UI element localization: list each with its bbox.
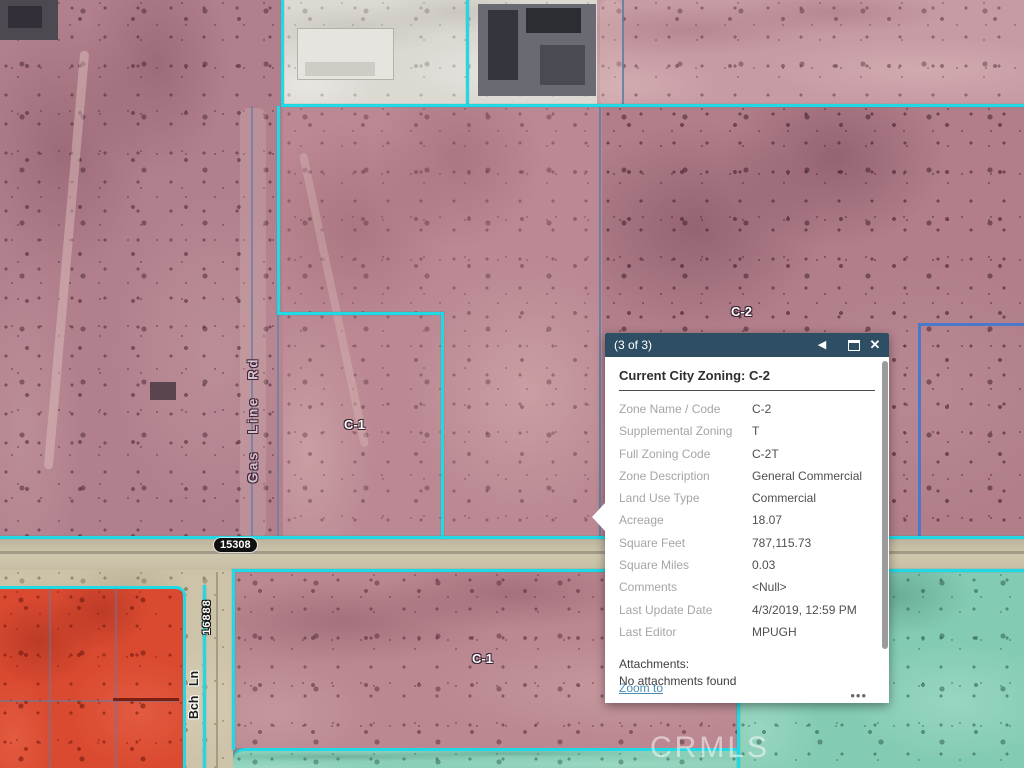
field-value: 787,115.73 <box>752 532 875 554</box>
zone-boundary <box>466 0 469 104</box>
table-row: Zone Name / CodeC-2 <box>619 398 875 420</box>
road-centerline <box>216 572 218 768</box>
parcel-line <box>622 0 624 106</box>
table-row: Last Update Date4/3/2019, 12:59 PM <box>619 599 875 621</box>
field-value: 18.07 <box>752 509 875 531</box>
attribute-table: Zone Name / CodeC-2 Supplemental ZoningT… <box>619 398 875 643</box>
table-row: Supplemental ZoningT <box>619 420 875 442</box>
field-label: Last Editor <box>619 621 752 643</box>
popup-scrollbar[interactable] <box>882 361 888 649</box>
title-divider <box>619 390 875 391</box>
more-options-icon[interactable]: ••• <box>850 688 867 703</box>
popup-title: Current City Zoning: C-2 <box>619 368 875 383</box>
selected-parcel-boundary <box>441 312 444 539</box>
field-value: 0.03 <box>752 554 875 576</box>
selected-parcel-boundary <box>277 312 444 315</box>
table-row: Last EditorMPUGH <box>619 621 875 643</box>
field-label: Acreage <box>619 509 752 531</box>
parcel-line-dark <box>113 698 179 701</box>
road-label-gas-line-rd: Gas Line Rd <box>246 357 261 483</box>
field-value: <Null> <box>752 576 875 598</box>
field-value: General Commercial <box>752 465 875 487</box>
table-row: Acreage18.07 <box>619 509 875 531</box>
address-label-16888: 16888 <box>201 599 213 635</box>
map-canvas[interactable]: C-2 C-1 C-1 Gas Line Rd 16888 Bch Ln 153… <box>0 0 1024 768</box>
industrial-plant <box>540 45 585 85</box>
field-value: 4/3/2019, 12:59 PM <box>752 599 875 621</box>
industrial-plant <box>488 10 518 80</box>
table-row: Comments<Null> <box>619 576 875 598</box>
field-label: Square Feet <box>619 532 752 554</box>
address-label-15308: 15308 <box>214 538 257 552</box>
zone-red-bottom-left[interactable] <box>0 586 186 768</box>
close-icon[interactable]: ✕ <box>866 333 884 357</box>
maximize-icon-glyph <box>848 340 860 351</box>
field-label: Comments <box>619 576 752 598</box>
zone-boundary <box>281 0 284 106</box>
table-row: Square Miles0.03 <box>619 554 875 576</box>
field-label: Zone Description <box>619 465 752 487</box>
attachments-heading: Attachments: <box>619 656 875 672</box>
parcel-line <box>115 588 117 768</box>
field-value: MPUGH <box>752 621 875 643</box>
table-row: Square Feet787,115.73 <box>619 532 875 554</box>
popup-anchor-pointer <box>592 503 605 531</box>
zoning-info-popup: (3 of 3) ◀ ✕ Current City Zoning: C-2 Zo… <box>605 333 889 703</box>
popup-body: Current City Zoning: C-2 Zone Name / Cod… <box>605 357 889 703</box>
field-label: Land Use Type <box>619 487 752 509</box>
building <box>8 6 42 28</box>
crmls-watermark: CRMLS <box>650 731 770 765</box>
field-value: T <box>752 420 875 442</box>
zone-mauve-top-right[interactable] <box>597 0 1024 106</box>
popup-footer: Zoom to <box>619 680 875 696</box>
table-row: Zone DescriptionGeneral Commercial <box>619 465 875 487</box>
parcel-line <box>599 106 601 538</box>
popup-header[interactable]: (3 of 3) ◀ ✕ <box>605 333 889 357</box>
building <box>150 382 176 400</box>
road-label-bch-ln: Bch Ln <box>187 671 201 719</box>
zone-label-c2: C-2 <box>731 304 752 319</box>
field-label: Square Miles <box>619 554 752 576</box>
field-label: Full Zoning Code <box>619 443 752 465</box>
parcel-line <box>49 588 51 768</box>
zoom-to-link[interactable]: Zoom to <box>619 681 663 695</box>
table-row: Full Zoning CodeC-2T <box>619 443 875 465</box>
zone-boundary <box>281 104 1024 107</box>
field-value: C-2T <box>752 443 875 465</box>
parcel-line <box>277 314 279 538</box>
parcel-line-blue <box>918 323 1024 326</box>
zone-label-c1-mid: C-1 <box>344 417 365 432</box>
maximize-icon[interactable] <box>845 333 863 357</box>
road-corridor-top <box>600 0 622 106</box>
building <box>305 62 375 76</box>
field-label: Supplemental Zoning <box>619 420 752 442</box>
field-label: Zone Name / Code <box>619 398 752 420</box>
zone-label-c1-bottom: C-1 <box>472 651 493 666</box>
industrial-plant <box>526 8 581 33</box>
selected-parcel-boundary <box>277 106 280 314</box>
field-label: Last Update Date <box>619 599 752 621</box>
field-value: C-2 <box>752 398 875 420</box>
field-value: Commercial <box>752 487 875 509</box>
table-row: Land Use TypeCommercial <box>619 487 875 509</box>
parcel-line-blue <box>918 323 921 538</box>
zone-boundary <box>232 569 235 750</box>
popup-pager: (3 of 3) <box>614 333 652 357</box>
previous-feature-icon[interactable]: ◀ <box>813 333 831 357</box>
